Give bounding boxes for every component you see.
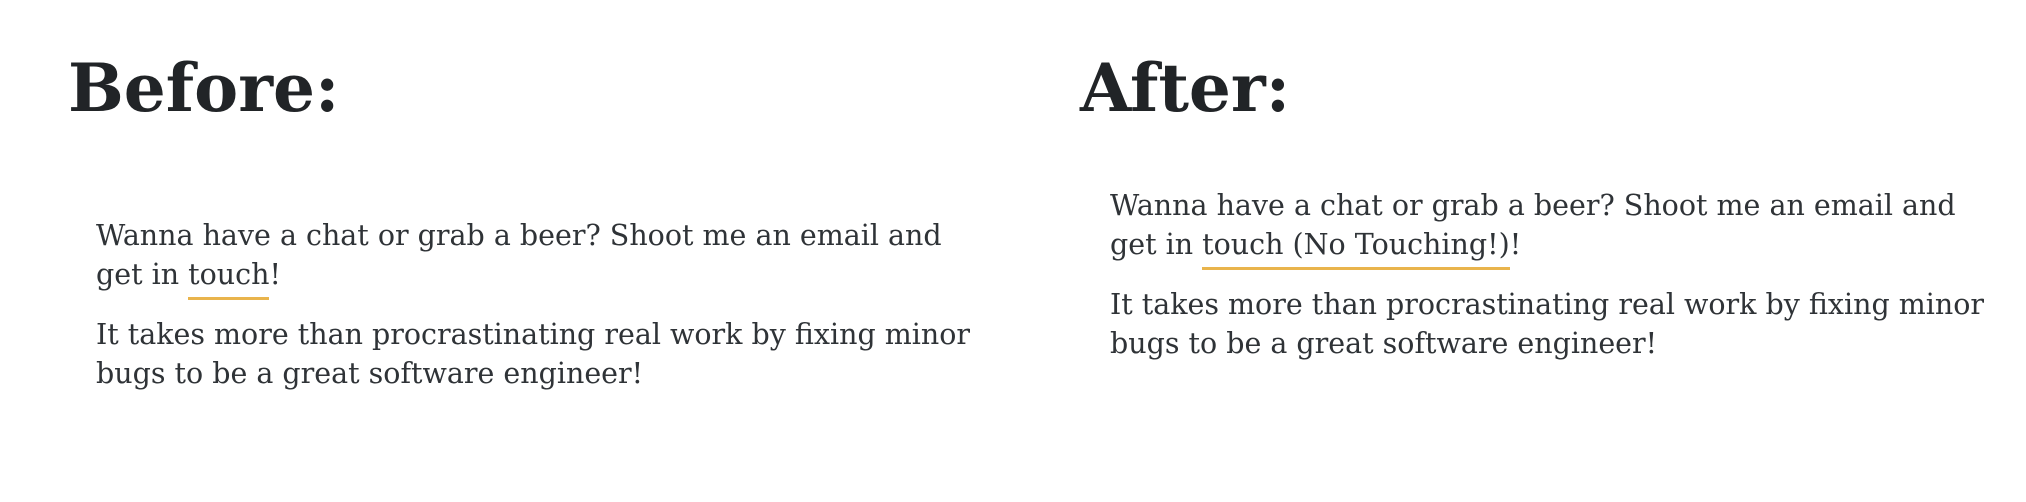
before-heading: Before: xyxy=(68,49,340,127)
before-contact-end: ! xyxy=(269,258,281,291)
after-contact-end: ! xyxy=(1509,228,1522,261)
before-content: Wanna have a chat or grab a beer? Shoot … xyxy=(96,216,976,414)
after-touch-link[interactable]: touch (No Touching!) xyxy=(1202,228,1510,270)
before-contact-paragraph: Wanna have a chat or grab a beer? Shoot … xyxy=(96,216,976,300)
after-contact-paragraph: Wanna have a chat or grab a beer? Shoot … xyxy=(1110,186,2000,270)
after-engineer-paragraph: It takes more than procrastinating real … xyxy=(1110,288,1985,360)
after-heading: After: xyxy=(1080,49,1291,127)
before-touch-link[interactable]: touch xyxy=(188,258,270,300)
before-panel: Before: Wanna have a chat or grab a beer… xyxy=(0,0,1013,502)
after-content: Wanna have a chat or grab a beer? Shoot … xyxy=(1110,186,2000,384)
before-engineer-paragraph: It takes more than procrastinating real … xyxy=(96,318,971,390)
after-panel: After: Wanna have a chat or grab a beer?… xyxy=(1013,0,2026,502)
